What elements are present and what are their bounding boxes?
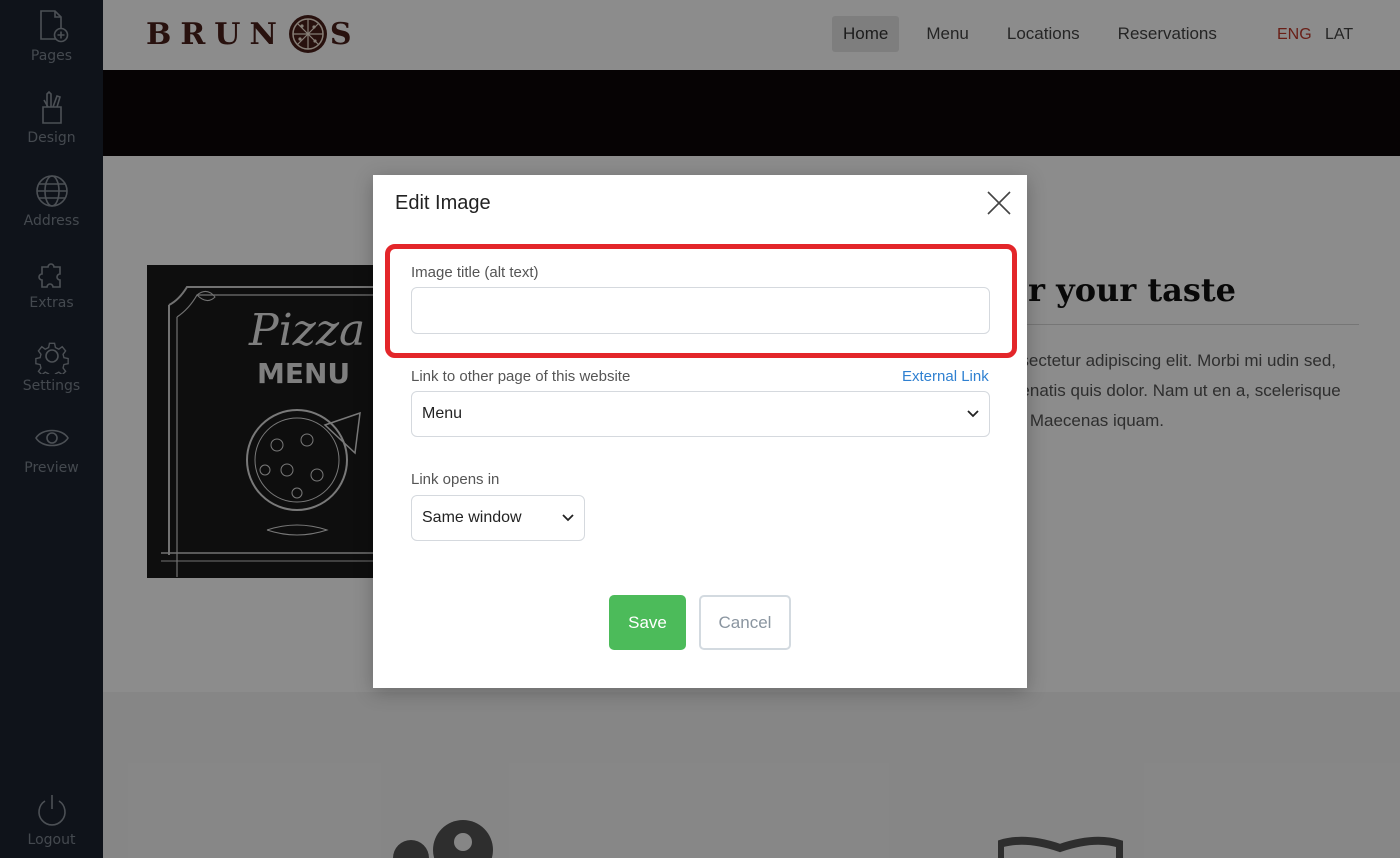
link-page-select[interactable]: Menu bbox=[411, 391, 990, 437]
chevron-down-icon bbox=[967, 410, 979, 418]
external-link[interactable]: External Link bbox=[902, 368, 989, 385]
edit-image-modal: Edit Image Image title (alt text) Link t… bbox=[373, 175, 1027, 688]
alt-text-input[interactable] bbox=[411, 287, 990, 334]
cancel-button[interactable]: Cancel bbox=[699, 595, 791, 650]
link-opens-label: Link opens in bbox=[411, 471, 500, 488]
link-page-value: Menu bbox=[422, 405, 463, 422]
chevron-down-icon bbox=[562, 514, 574, 522]
close-icon[interactable] bbox=[986, 190, 1012, 216]
modal-title: Edit Image bbox=[395, 192, 491, 214]
link-page-label: Link to other page of this website bbox=[411, 368, 631, 385]
save-button[interactable]: Save bbox=[609, 595, 686, 650]
link-opens-select[interactable]: Same window bbox=[411, 495, 585, 541]
alt-text-label: Image title (alt text) bbox=[411, 264, 539, 281]
link-opens-value: Same window bbox=[422, 509, 522, 526]
